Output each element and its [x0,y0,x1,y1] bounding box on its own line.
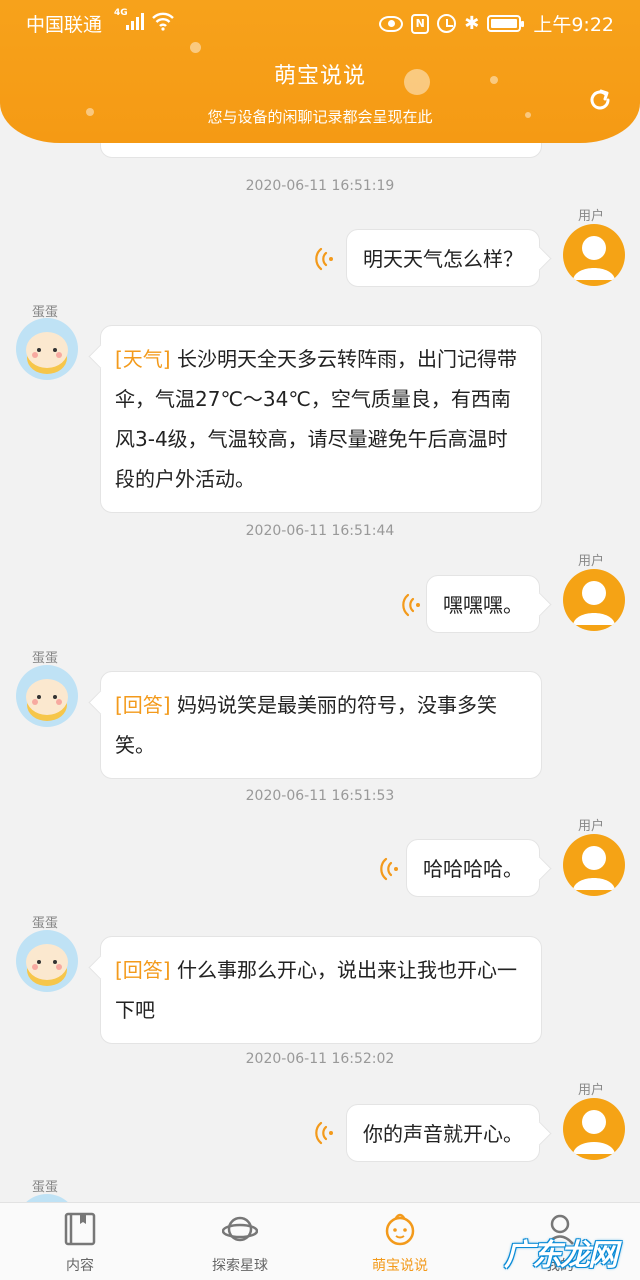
bot-avatar [16,318,78,380]
user-message-bubble: 明天天气怎么样？ [346,229,540,287]
user-avatar [563,1098,625,1160]
reply-tag: [天气] [115,347,171,371]
tab-label: 萌宝说说 [372,1258,428,1274]
bot-message-text: 长沙明天全天多云转阵雨，出门记得带伞，气温27℃～34℃，空气质量良，有西南风3… [115,347,517,491]
voice-play-icon[interactable] [401,593,423,617]
tab-label: 内容 [66,1258,94,1274]
voice-play-icon[interactable] [379,857,401,881]
planet-icon [222,1216,258,1242]
status-time: 上午9:22 [533,14,614,36]
watermark: 广东龙网 [504,1238,618,1273]
bot-name: 蛋蛋 [32,1180,59,1195]
user-message-bubble: 你的声音就开心。 [346,1104,540,1162]
reply-tag: [回答] [115,693,171,717]
user-message-bubble: 嘿嘿嘿。 [426,575,540,633]
user-name: 用户 [578,1083,605,1098]
tab-explore-planet[interactable]: 探索星球 [160,1203,320,1280]
user-name: 用户 [578,819,605,834]
battery-icon [487,15,525,32]
bot-message-bubble: [回答] 妈妈说笑是最美丽的符号，没事多笑笑。 [100,671,542,779]
user-message-text: 哈哈哈哈。 [423,857,523,881]
refresh-icon[interactable] [586,86,614,114]
bot-avatar [16,665,78,727]
chat-list[interactable]: 2020-06-11 16:51:19 用户 明天天气怎么样？ 蛋蛋 [天气] … [0,0,640,1280]
user-name: 用户 [578,554,605,569]
user-message-text: 嘿嘿嘿。 [443,593,523,617]
tab-content[interactable]: 内容 [0,1203,160,1280]
bot-message-bubble: [回答] 什么事那么开心，说出来让我也开心一下吧 [100,936,542,1044]
status-bar: 中国联通 4G N ✱ 上午9:22 [0,0,640,44]
bot-message-bubble: [天气] 长沙明天全天多云转阵雨，出门记得带伞，气温27℃～34℃，空气质量良，… [100,325,542,513]
book-icon [64,1212,96,1246]
user-avatar [563,224,625,286]
bot-name: 蛋蛋 [32,651,59,666]
reply-tag: [回答] [115,958,171,982]
signal-icon [126,12,148,30]
voice-play-icon[interactable] [314,247,336,271]
bot-message-text: 什么事那么开心，说出来让我也开心一下吧 [115,958,517,1022]
carrier-label: 中国联通 [26,14,103,36]
eye-comfort-icon [379,15,404,32]
user-message-bubble: 哈哈哈哈。 [406,839,540,897]
timestamp: 2020-06-11 16:51:44 [245,523,395,539]
wifi-icon [152,12,174,31]
bot-avatar [16,930,78,992]
nfc-icon: N [411,13,430,34]
user-avatar [563,569,625,631]
user-message-text: 你的声音就开心。 [363,1122,523,1146]
page-subtitle: 您与设备的闲聊记录都会呈现在此 [207,108,433,126]
voice-play-icon[interactable] [314,1121,336,1145]
tab-baby-talk[interactable]: 萌宝说说 [320,1203,480,1280]
timestamp: 2020-06-11 16:51:53 [245,788,395,804]
alarm-icon [437,14,457,33]
user-avatar [563,834,625,896]
timestamp: 2020-06-11 16:51:19 [245,178,395,194]
baby-face-icon [385,1213,415,1246]
bot-name: 蛋蛋 [32,916,59,931]
user-message-text: 明天天气怎么样？ [363,247,523,271]
timestamp: 2020-06-11 16:52:02 [245,1051,395,1067]
bot-message-text: 妈妈说笑是最美丽的符号，没事多笑笑。 [115,693,497,757]
user-name: 用户 [578,209,605,224]
tab-label: 探索星球 [212,1258,268,1274]
bluetooth-icon: ✱ [464,12,480,34]
page-title: 萌宝说说 [273,64,366,89]
header: 中国联通 4G N ✱ 上午9:22 萌宝说说 您与设备的闲聊记录都会呈现在此 [0,0,640,143]
